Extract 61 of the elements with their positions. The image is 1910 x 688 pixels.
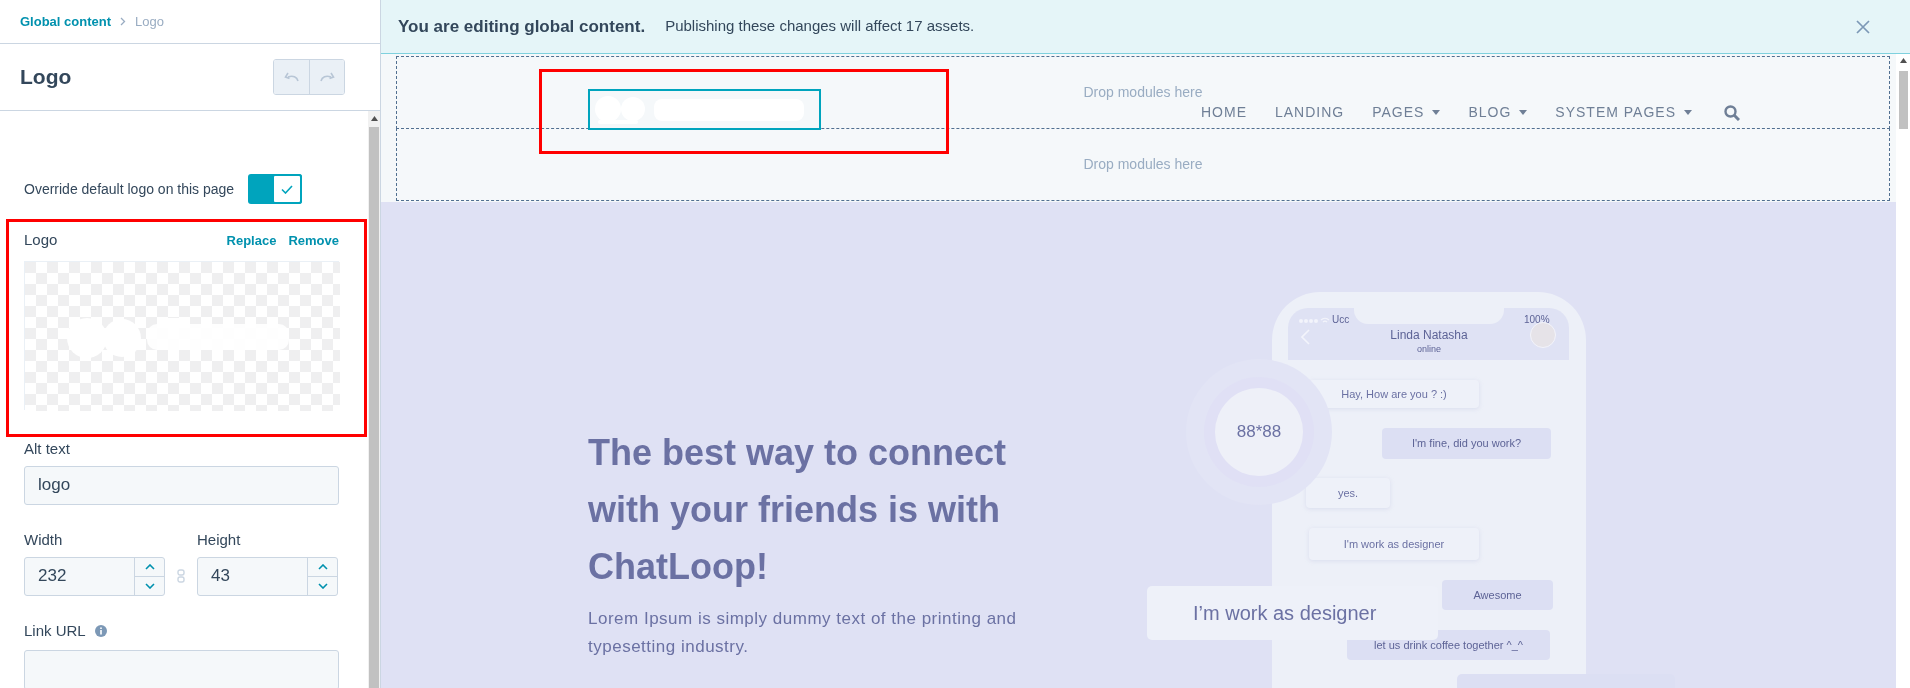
chevron-right-icon [120, 17, 126, 26]
undo-icon [283, 72, 300, 82]
chat-bubble: I'm work as designer [1309, 528, 1479, 560]
number-input[interactable]: 232 [24, 556, 165, 596]
hero-heading: The best way to connect with your friends is with ChatLoop! [588, 431, 1008, 589]
drop-zone-hint: Drop modules here [1083, 155, 1203, 174]
drop-zone-hint: Drop modules here [1083, 83, 1203, 102]
banner-message: Publishing these changes will affect 17 assets. [665, 16, 975, 37]
scroll-up-icon[interactable] [370, 116, 378, 121]
banner-title: You are editing global content. [398, 15, 646, 38]
undo-button[interactable] [274, 60, 309, 94]
chat-bubble: Awesome [1442, 580, 1553, 610]
field-label: Height [197, 530, 242, 549]
number-input[interactable]: 43 [197, 556, 338, 596]
info-icon[interactable] [94, 624, 107, 637]
chat-bubble: I’m work as designer [1147, 586, 1438, 640]
redo-button[interactable] [309, 60, 344, 94]
nav-link[interactable]: SYSTEM PAGES [1555, 102, 1692, 123]
input-field[interactable] [24, 650, 339, 688]
carrier-label: Ucc [1332, 313, 1350, 327]
field-label: Logo [24, 230, 58, 250]
scrollbar[interactable] [368, 111, 380, 688]
input-value: 232 [37, 565, 68, 588]
contact-status: online [1416, 343, 1442, 356]
image-action-link[interactable]: Replace [226, 230, 277, 250]
contact-name: Linda Natasha [1389, 327, 1469, 344]
caret-down-icon [1519, 110, 1528, 115]
checkmark-icon [281, 184, 294, 194]
panel-title: Logo [20, 64, 72, 91]
toggle-label: Override default logo on this page [24, 179, 235, 199]
caret-down-icon [1684, 110, 1692, 115]
field-label: Alt text [24, 439, 70, 458]
nav-link[interactable]: LANDING [1275, 102, 1345, 123]
breadcrumb-link[interactable]: Global content [20, 11, 111, 32]
chevron-down-icon [144, 582, 155, 589]
input-value: 43 [210, 565, 231, 588]
field-label: Link URL [24, 620, 86, 641]
chevron-down-icon [317, 582, 328, 589]
battery-label: 100% [1524, 313, 1550, 327]
breadcrumb-current: Logo [135, 12, 164, 31]
link-icon[interactable] [177, 568, 185, 583]
redo-icon [319, 72, 335, 82]
chat-bubble: I'm fine, did you work? [1382, 428, 1551, 459]
scrollbar-thumb[interactable] [369, 127, 379, 688]
caret-down-icon [1432, 110, 1441, 115]
nav-link[interactable]: PAGES [1372, 102, 1441, 123]
image-action-link[interactable]: Remove [288, 230, 339, 250]
nav-link[interactable]: HOME [1201, 102, 1247, 123]
chevron-up-icon [144, 563, 155, 570]
scroll-up-icon[interactable] [1899, 58, 1907, 63]
scrollbar-thumb[interactable] [1898, 71, 1908, 129]
size-badge: 88*88 [1215, 388, 1303, 476]
search-icon[interactable] [1724, 104, 1740, 121]
input-field[interactable]: logo [24, 465, 339, 505]
toggle-switch[interactable] [248, 174, 303, 204]
chevron-up-icon [317, 563, 328, 570]
nav-link[interactable]: BLOG [1468, 102, 1528, 123]
hero-text: Lorem Ipsum is simply dummy text of the printing and typesetting industry. [588, 608, 1018, 658]
close-icon[interactable] [1856, 19, 1870, 34]
field-label: Width [24, 530, 64, 549]
drop-zone[interactable]: Drop modules here [396, 128, 1890, 201]
